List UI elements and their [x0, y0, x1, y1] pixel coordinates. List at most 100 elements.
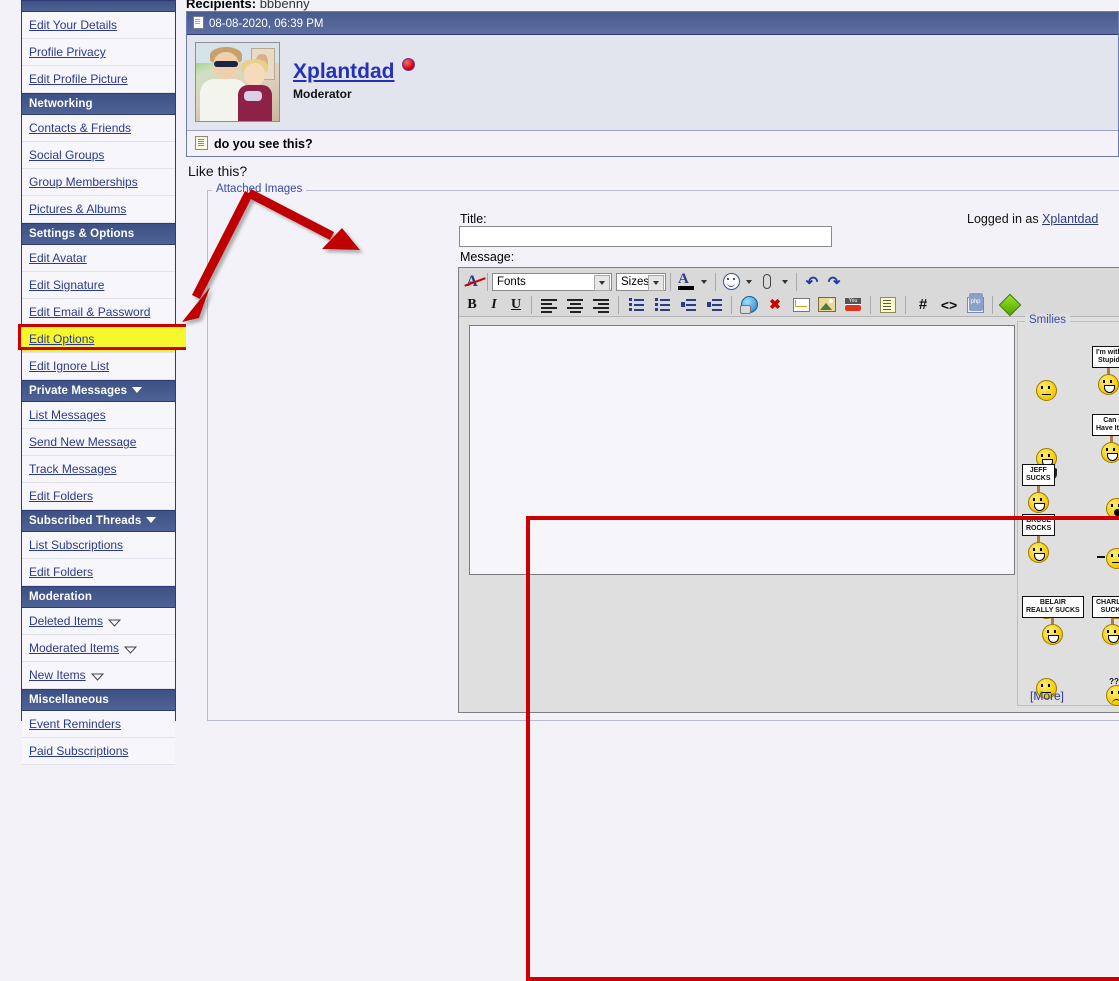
sizes-dropdown[interactable]: Sizes [616, 272, 666, 291]
sidebar-item-label[interactable]: Deleted Items [29, 614, 103, 628]
sidebar-item-event-reminders[interactable]: Event Reminders [22, 711, 175, 738]
sidebar-item-edit-folders[interactable]: Edit Folders [22, 559, 175, 586]
chevron-down-outline-icon[interactable] [108, 619, 122, 627]
smilies-more-link[interactable]: [More] [1030, 689, 1064, 703]
sidebar-item-moderated-items[interactable]: Moderated Items [22, 635, 175, 662]
remove-formatting-icon[interactable]: A [461, 271, 483, 292]
sidebar-item-label[interactable]: Contacts & Friends [29, 121, 131, 135]
insert-php-icon[interactable] [962, 292, 988, 315]
sidebar-item-label[interactable]: Event Reminders [29, 717, 121, 731]
sidebar-item-track-messages[interactable]: Track Messages [22, 456, 175, 483]
sidebar-item-edit-options[interactable]: Edit Options [18, 324, 193, 353]
title-input[interactable] [459, 226, 832, 247]
sidebar-item-label[interactable]: Edit Your Details [29, 18, 117, 32]
sidebar-item-contacts-friends[interactable]: Contacts & Friends [22, 115, 175, 142]
chevron-down-icon [132, 386, 143, 393]
sidebar-item-label[interactable]: Profile Privacy [29, 45, 106, 59]
smilie-flying[interactable] [1097, 548, 1119, 572]
smilie-icon[interactable] [720, 271, 742, 292]
sidebar-item-label[interactable]: Paid Subscriptions [29, 744, 128, 758]
sidebar-item-label[interactable]: Edit Profile Picture [29, 72, 128, 86]
sidebar-item-label[interactable]: Track Messages [29, 462, 117, 476]
smilie-im-with-stupid[interactable]: I'm withStupid [1092, 346, 1119, 398]
insert-link-icon[interactable] [736, 294, 762, 315]
ordered-list-icon[interactable] [623, 294, 649, 315]
insert-code-icon[interactable]: <> [936, 294, 962, 315]
logged-in-prefix: Logged in as [967, 212, 1039, 226]
chevron-down-outline-icon[interactable] [90, 673, 104, 681]
attachment-chevron-down-icon[interactable] [778, 271, 792, 292]
sidebar-item-label[interactable]: Edit Folders [29, 565, 93, 579]
sidebar-item-label[interactable]: New Items [29, 668, 86, 682]
sidebar-item-edit-profile-picture[interactable]: Edit Profile Picture [22, 66, 175, 93]
smilie-confused-questions[interactable]: ??? [1106, 678, 1119, 709]
wrap-quote-icon[interactable] [875, 294, 901, 315]
sidebar-item-label[interactable]: Edit Email & Password [29, 305, 150, 319]
sidebar-item-label[interactable]: Social Groups [29, 148, 104, 162]
font-color-icon[interactable]: A [675, 271, 697, 292]
sidebar-item-label[interactable]: Edit Ignore List [29, 359, 109, 373]
outdent-icon[interactable] [675, 294, 701, 315]
sidebar-item-edit-folders[interactable]: Edit Folders [22, 483, 175, 510]
sidebar-item-edit-avatar[interactable]: Edit Avatar [22, 245, 175, 272]
underline-icon[interactable]: U [505, 294, 527, 315]
insert-image-icon[interactable] [814, 294, 840, 315]
sidebar-item-label[interactable]: Edit Options [29, 332, 94, 346]
sidebar-item-send-new-message[interactable]: Send New Message [22, 429, 175, 456]
sidebar-item-edit-email-password[interactable]: Edit Email & Password [22, 299, 175, 326]
font-color-chevron-down-icon[interactable] [697, 271, 711, 292]
sidebar-item-paid-subscriptions[interactable]: Paid Subscriptions [22, 738, 175, 765]
sidebar-item-new-items[interactable]: New Items [22, 662, 175, 689]
bold-icon[interactable]: B [461, 294, 483, 315]
italic-icon[interactable]: I [483, 294, 505, 315]
attachment-icon[interactable] [756, 271, 778, 292]
sidebar-item-list-messages[interactable]: List Messages [22, 402, 175, 429]
sidebar-item-label[interactable]: Pictures & Albums [29, 202, 126, 216]
sidebar-item-label[interactable]: Moderated Items [29, 641, 119, 655]
sidebar-item-social-groups[interactable]: Social Groups [22, 142, 175, 169]
indent-icon[interactable] [701, 294, 727, 315]
smilie-chevron-down-icon[interactable] [742, 271, 756, 292]
smilie-face [1036, 380, 1057, 401]
smilie-bruce-rocks[interactable]: BRUCE ROCKS [1022, 514, 1056, 566]
sidebar-item-label[interactable]: Send New Message [29, 435, 136, 449]
undo-icon[interactable]: ↶ [801, 271, 823, 292]
smilie-jeff-sucks[interactable]: JEFF SUCKS [1022, 464, 1055, 516]
sidebar-item-label[interactable]: Edit Folders [29, 489, 93, 503]
align-left-icon[interactable] [536, 294, 562, 315]
chevron-down-outline-icon[interactable] [124, 646, 138, 654]
sidebar-item-label[interactable]: Edit Signature [29, 278, 104, 292]
username-link[interactable]: Xplantdad [293, 60, 395, 83]
insert-gem-icon[interactable] [997, 293, 1023, 316]
logged-in-user-link[interactable]: Xplantdad [1042, 212, 1098, 226]
fonts-dropdown[interactable]: Fonts [492, 272, 612, 291]
insert-email-icon[interactable] [788, 294, 814, 315]
sidebar-item-list-subscriptions[interactable]: List Subscriptions [22, 532, 175, 559]
smilie-confused[interactable] [1036, 380, 1057, 404]
sidebar-section-private-messages[interactable]: Private Messages [22, 380, 175, 402]
sidebar-item-label[interactable]: List Subscriptions [29, 538, 123, 552]
redo-icon[interactable]: ↷ [823, 271, 845, 292]
insert-video-icon[interactable]: You [840, 294, 866, 315]
smilie-can-i-have-it[interactable]: Can IHave It?? [1092, 414, 1119, 466]
sidebar-item-group-memberships[interactable]: Group Memberships [22, 169, 175, 196]
remove-link-icon[interactable]: ✖ [762, 294, 788, 315]
sidebar-item-profile-privacy[interactable]: Profile Privacy [22, 39, 175, 66]
message-textarea[interactable] [469, 325, 1015, 575]
sidebar-item-deleted-items[interactable]: Deleted Items [22, 608, 175, 635]
smilie-belair-really-sucks[interactable]: BELAIR REALLY SUCKS [1022, 596, 1084, 648]
sidebar-item-edit-ignore-list[interactable]: Edit Ignore List [22, 353, 175, 380]
align-right-icon[interactable] [588, 294, 614, 315]
smilie-surprised[interactable] [1106, 498, 1119, 522]
sidebar-item-label[interactable]: List Messages [29, 408, 106, 422]
sidebar-item-pictures-albums[interactable]: Pictures & Albums [22, 196, 175, 223]
sidebar-item-edit-your-details[interactable]: Edit Your Details [22, 12, 175, 39]
smilie-charley-sucks[interactable]: CHARLEYSUCKS [1092, 596, 1119, 648]
sidebar-item-edit-signature[interactable]: Edit Signature [22, 272, 175, 299]
sidebar-item-label[interactable]: Group Memberships [29, 175, 138, 189]
insert-hash-icon[interactable]: # [910, 294, 936, 315]
sidebar-item-label[interactable]: Edit Avatar [29, 251, 87, 265]
align-center-icon[interactable] [562, 294, 588, 315]
sidebar-section-subscribed-threads[interactable]: Subscribed Threads [22, 510, 175, 532]
bullet-list-icon[interactable] [649, 294, 675, 315]
